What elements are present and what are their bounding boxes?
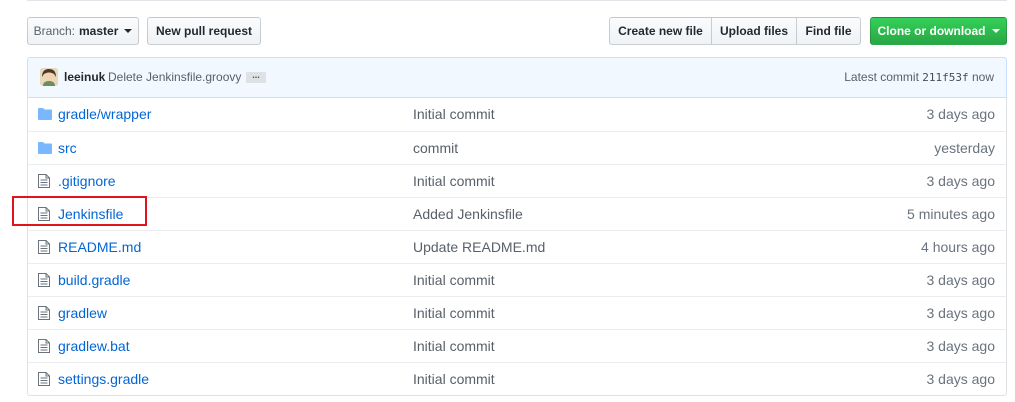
latest-commit-bar: leeinuk Delete Jenkinsfile.groovy ... La… [27, 57, 1007, 98]
file-row: src commit yesterday [28, 131, 1006, 164]
file-row: gradle/wrapper Initial commit 3 days ago [28, 98, 1006, 131]
commit-sha-link[interactable]: 211f53f [922, 71, 968, 84]
commit-time: now [971, 70, 994, 84]
file-commit-message-link[interactable]: Initial commit [413, 305, 495, 321]
branch-name: master [79, 24, 119, 38]
create-new-file-label: Create new file [618, 24, 703, 38]
file-commit-message-link[interactable]: commit [413, 140, 458, 156]
file-age: 4 hours ago [921, 239, 995, 255]
file-icon [38, 372, 52, 386]
file-age: 3 days ago [926, 305, 996, 321]
clone-or-download-button[interactable]: Clone or download [870, 17, 1007, 45]
file-name-link[interactable]: settings.gradle [58, 371, 149, 387]
file-row: .gitignore Initial commit 3 days ago [28, 164, 1006, 197]
chevron-down-icon [124, 29, 133, 33]
file-name-link[interactable]: gradle/wrapper [58, 106, 151, 122]
file-name-link[interactable]: .gitignore [58, 173, 116, 189]
file-row: Jenkinsfile Added Jenkinsfile 5 minutes ag… [28, 197, 1006, 230]
branch-label: Branch: [33, 24, 75, 38]
file-commit-message-link[interactable]: Initial commit [413, 371, 495, 387]
file-name-link[interactable]: README.md [58, 239, 141, 255]
file-name-link[interactable]: gradlew [58, 305, 107, 321]
file-age: 3 days ago [926, 371, 996, 387]
annotation-highlight-box [12, 196, 147, 226]
new-pull-request-label: New pull request [155, 24, 253, 38]
file-commit-message-link[interactable]: Added Jenkinsfile [413, 206, 523, 222]
file-list: gradle/wrapper Initial commit 3 days ago sr… [27, 98, 1007, 396]
file-actions-group: Create new file Upload files Find file [609, 17, 861, 45]
file-commit-message-link[interactable]: Initial commit [413, 106, 495, 122]
file-age: 3 days ago [926, 173, 996, 189]
file-commit-message-link[interactable]: Initial commit [413, 272, 495, 288]
branch-select-button[interactable]: Branch: master [27, 17, 139, 45]
file-age: 3 days ago [926, 272, 996, 288]
file-commit-message-link[interactable]: Update README.md [413, 239, 545, 255]
upload-files-label: Upload files [719, 24, 788, 38]
create-new-file-button[interactable]: Create new file [609, 17, 712, 45]
file-row: README.md Update README.md 4 hours ago [28, 230, 1006, 263]
file-icon [38, 273, 52, 287]
latest-commit-info: Latest commit 211f53f now [844, 70, 994, 84]
file-age: 3 days ago [926, 338, 996, 354]
find-file-label: Find file [805, 24, 852, 38]
file-row: build.gradle Initial commit 3 days ago [28, 263, 1006, 296]
commit-author-link[interactable]: leeinuk [64, 70, 105, 84]
folder-icon [38, 142, 52, 156]
file-icon [38, 240, 52, 254]
file-icon [38, 339, 52, 353]
file-icon [38, 174, 52, 188]
file-row: gradlew.bat Initial commit 3 days ago [28, 329, 1006, 362]
clone-or-download-label: Clone or download [877, 24, 986, 38]
file-commit-message-link[interactable]: Initial commit [413, 173, 495, 189]
avatar[interactable] [40, 68, 58, 86]
new-pull-request-button[interactable]: New pull request [147, 17, 261, 45]
expand-commit-message-button[interactable]: ... [246, 71, 266, 83]
find-file-button[interactable]: Find file [796, 17, 861, 45]
commit-message-link[interactable]: Delete Jenkinsfile.groovy [108, 70, 241, 84]
file-icon [38, 306, 52, 320]
file-name-link[interactable]: build.gradle [58, 272, 130, 288]
file-age: 3 days ago [926, 106, 996, 122]
file-age: yesterday [934, 140, 995, 156]
upload-files-button[interactable]: Upload files [711, 17, 797, 45]
file-row: gradlew Initial commit 3 days ago [28, 296, 1006, 329]
file-age: 5 minutes ago [907, 206, 995, 222]
file-row: settings.gradle Initial commit 3 days ago [28, 362, 1006, 395]
chevron-down-icon [991, 29, 1000, 33]
latest-commit-label: Latest commit [844, 70, 919, 84]
file-commit-message-link[interactable]: Initial commit [413, 338, 495, 354]
top-divider [27, 0, 1007, 1]
file-name-link[interactable]: src [58, 140, 77, 156]
file-name-link[interactable]: gradlew.bat [58, 338, 130, 354]
folder-icon [38, 108, 52, 122]
